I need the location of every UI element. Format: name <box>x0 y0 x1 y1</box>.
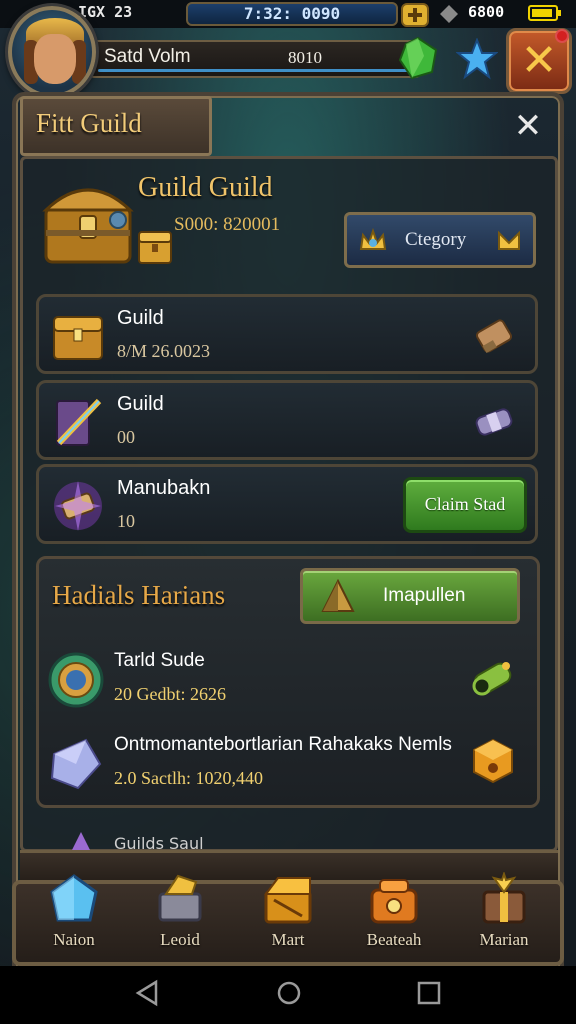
row-title: Guild <box>117 307 164 329</box>
guild-row-3[interactable]: Manubakn 10 Claim Stad <box>36 464 538 544</box>
crystal-icon <box>50 738 102 790</box>
nav-item-mart[interactable]: Mart <box>236 872 340 964</box>
reward-item-2[interactable]: Ontmomantebortlarian Rahakaks Nemls 2.0 … <box>46 730 530 804</box>
close-button[interactable]: ✕ <box>506 28 572 94</box>
reward-title: Tarld Sude <box>114 650 205 671</box>
reward-subtitle: 2.0 Sactlh: 1020,440 <box>114 768 263 788</box>
category-button[interactable]: Ctegory <box>344 212 536 268</box>
clock-display: 7:32: 0090 <box>186 2 398 26</box>
close-x-icon: ✕ <box>520 35 558 86</box>
blue-gem-icon <box>50 874 98 922</box>
rewards-title: Hadials Harians <box>52 580 226 610</box>
nav-label: Beateah <box>366 930 422 949</box>
guild-row-2[interactable]: Guild 00 <box>36 380 538 460</box>
treasure-chest-icon <box>42 188 134 264</box>
chevron-icon <box>498 230 520 250</box>
row-subtitle: 8/M 26.0023 <box>117 341 211 361</box>
claim-button[interactable]: Claim Stad <box>403 477 527 533</box>
row-subtitle: 10 <box>117 511 135 531</box>
nav-label: Naion <box>53 930 95 949</box>
reward-item-3-partial[interactable]: Guilds Saul <box>60 828 520 850</box>
player-name: Satd Volm <box>104 46 191 67</box>
gold-box-icon[interactable] <box>468 736 518 786</box>
nav-item-marian[interactable]: Marian <box>452 872 556 964</box>
nav-item-leoid[interactable]: Leoid <box>128 872 232 964</box>
notification-badge <box>555 29 569 43</box>
player-value: 8010 <box>288 48 322 67</box>
bandage-icon[interactable] <box>471 399 517 445</box>
plus-badge-icon[interactable] <box>400 2 430 28</box>
nav-label: Leoid <box>160 930 200 949</box>
nav-item-naion[interactable]: Naion <box>22 872 126 964</box>
diamond-icon <box>440 5 458 23</box>
small-chest-icon <box>138 231 172 264</box>
resource-value: 6800 <box>468 3 505 21</box>
status-left-text: IGX 23 <box>78 3 133 21</box>
gift-box-icon <box>482 872 526 924</box>
anvil-icon <box>158 874 202 922</box>
row-title: Manubakn <box>117 477 211 499</box>
nav-item-beateah[interactable]: Beateah <box>342 872 446 964</box>
panel-close-icon[interactable]: ✕ <box>510 108 546 144</box>
row-title: Guild <box>117 393 164 415</box>
reward-item-1[interactable]: Tarld Sude 20 Gedbt: 2626 <box>46 646 530 720</box>
amulet-icon <box>48 652 104 708</box>
reward-subtitle: 20 Gedbt: 2626 <box>114 684 226 704</box>
book-sword-icon <box>56 398 102 446</box>
panel-title: Fitt Guild <box>36 108 142 138</box>
peek-text: Guilds Saul <box>114 834 204 850</box>
treasure-box-icon <box>370 879 418 924</box>
nav-label: Marian <box>479 930 529 949</box>
impulse-button-label: Imapullen <box>383 585 466 606</box>
magic-scroll-icon <box>54 481 102 531</box>
impulse-button[interactable]: Imapullen <box>300 568 520 624</box>
claim-button-label: Claim Stad <box>424 494 506 514</box>
green-gem-icon[interactable] <box>396 36 440 80</box>
pyramid-icon <box>321 579 355 612</box>
gold-chest-icon <box>264 877 312 924</box>
cannon-icon[interactable] <box>468 652 518 702</box>
category-button-label: Ctegory <box>405 229 467 250</box>
battery-icon <box>528 5 561 21</box>
recents-icon[interactable] <box>414 978 444 1008</box>
blue-star-icon[interactable] <box>456 38 498 80</box>
nav-label: Mart <box>271 930 305 949</box>
scroll-icon[interactable] <box>471 313 517 359</box>
player-avatar[interactable] <box>8 6 96 98</box>
home-icon[interactable] <box>274 978 304 1008</box>
chest-icon <box>53 316 103 360</box>
guild-row-1[interactable]: Guild 8/M 26.0023 <box>36 294 538 374</box>
partial-item-icon <box>72 832 90 850</box>
back-icon[interactable] <box>132 978 162 1008</box>
guild-title: Guild Guild <box>138 172 273 203</box>
reward-title: Ontmomantebortlarian Rahakaks Nemls <box>114 734 452 755</box>
row-subtitle: 00 <box>117 427 135 447</box>
guild-subtitle: S000: 820001 <box>174 214 281 235</box>
crown-icon <box>359 227 387 250</box>
